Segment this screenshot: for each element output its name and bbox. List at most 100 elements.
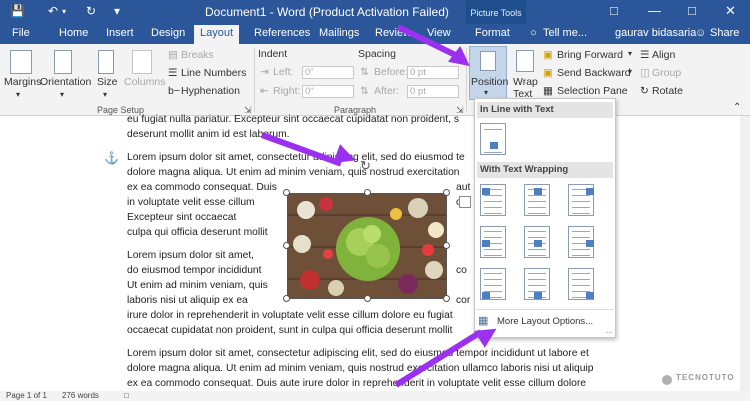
- resize-handle[interactable]: [283, 295, 290, 302]
- size-dropdown-icon: ▾: [103, 90, 108, 99]
- selection-pane-button[interactable]: Selection Pane: [557, 85, 628, 97]
- columns-icon: [132, 50, 152, 74]
- lightbulb-icon: ○: [530, 27, 537, 39]
- line-numbers-icon: ☰: [168, 67, 178, 79]
- size-icon: [98, 50, 114, 74]
- position-dropdown: In Line with Text With Text Wrapping ▦ M…: [474, 98, 616, 338]
- position-wrap-option[interactable]: [568, 226, 594, 258]
- document-line: Ut enim ad minim veniam, quis: [127, 280, 268, 291]
- hyphenation-button[interactable]: Hyphenation: [181, 85, 240, 97]
- document-line: dolore magna aliqua. Ut enim ad minim ve…: [127, 363, 594, 374]
- resize-handle[interactable]: [283, 242, 290, 249]
- resize-handle[interactable]: [443, 189, 450, 196]
- indent-right-field[interactable]: 0": [302, 85, 354, 98]
- resize-handle[interactable]: [283, 189, 290, 196]
- document-line: ex ea commodo consequat. Duis: [127, 182, 277, 193]
- position-wrap-option[interactable]: [480, 268, 506, 300]
- document-line: Lorem ipsum dolor sit amet, consectetur …: [127, 152, 465, 163]
- menu-resize-grip[interactable]: ⋯: [606, 329, 613, 337]
- resize-handle[interactable]: [364, 295, 371, 302]
- position-label: Position: [471, 76, 509, 88]
- resize-handle[interactable]: [443, 295, 450, 302]
- breaks-button[interactable]: Breaks: [181, 49, 214, 61]
- orientation-icon: [54, 50, 72, 74]
- send-backward-button[interactable]: Send Backward: [557, 67, 631, 79]
- position-wrap-option[interactable]: [480, 226, 506, 258]
- tab-view[interactable]: View: [427, 27, 451, 39]
- position-wrap-option[interactable]: [568, 268, 594, 300]
- resize-handle[interactable]: [364, 189, 371, 196]
- anchor-icon[interactable]: ⚓: [104, 151, 119, 165]
- tab-design[interactable]: Design: [151, 27, 185, 39]
- document-line: culpa qui officia deserunt mollit: [127, 227, 268, 238]
- bring-forward-dropdown-icon[interactable]: ▾: [628, 49, 632, 58]
- tab-references[interactable]: References: [254, 27, 310, 39]
- position-wrap-option[interactable]: [524, 184, 550, 216]
- maximize-button[interactable]: □: [688, 3, 696, 18]
- tab-file[interactable]: File: [12, 27, 30, 39]
- orientation-dropdown-icon: ▾: [60, 90, 65, 99]
- margins-button[interactable]: Margins: [4, 76, 41, 88]
- position-wrap-option[interactable]: [524, 268, 550, 300]
- document-line: do eiusmod tempor incididunt: [127, 265, 262, 276]
- spacing-after-field[interactable]: 0 pt: [407, 85, 459, 98]
- redo-icon[interactable]: ↻: [86, 4, 96, 18]
- send-backward-dropdown-icon[interactable]: ▾: [628, 67, 632, 76]
- spacing-before-icon: ⇅: [360, 66, 369, 78]
- rotate-handle-icon[interactable]: ↻: [360, 158, 371, 174]
- document-line: Excepteur sint occaecat: [127, 212, 237, 223]
- wrap-text-button[interactable]: Wrap: [513, 76, 538, 88]
- spacing-before-field[interactable]: 0 pt: [407, 66, 459, 79]
- layout-options-icon[interactable]: [459, 196, 471, 208]
- position-wrap-option[interactable]: [568, 184, 594, 216]
- with-text-wrapping-header: With Text Wrapping: [477, 162, 613, 178]
- indent-left-field[interactable]: 0": [302, 66, 354, 79]
- document-line: irure dolor in reprehenderit in voluptat…: [127, 310, 453, 321]
- group-divider: [254, 48, 255, 112]
- vertical-scrollbar[interactable]: [740, 116, 750, 391]
- minimize-button[interactable]: —: [648, 3, 661, 18]
- bring-forward-button[interactable]: Bring Forward: [557, 49, 623, 61]
- salad-photo[interactable]: [287, 193, 447, 299]
- selection-pane-icon: ▦: [543, 85, 553, 97]
- position-inline-option[interactable]: [480, 123, 506, 155]
- tab-insert[interactable]: Insert: [106, 27, 134, 39]
- position-wrap-option[interactable]: [524, 226, 550, 258]
- align-icon: ☰: [640, 49, 650, 61]
- share-icon: ☺: [695, 27, 707, 39]
- position-button[interactable]: Position ▾: [469, 46, 509, 100]
- position-wrap-option[interactable]: [480, 184, 506, 216]
- proofing-icon[interactable]: □: [124, 391, 129, 400]
- share-button[interactable]: Share: [710, 27, 739, 39]
- line-numbers-button[interactable]: Line Numbers: [181, 67, 246, 79]
- group-button[interactable]: Group: [652, 67, 681, 79]
- resize-handle[interactable]: [443, 242, 450, 249]
- hyphenation-icon: b−: [168, 85, 180, 97]
- user-name[interactable]: gaurav bidasaria: [615, 27, 696, 39]
- page-count[interactable]: Page 1 of 1: [6, 391, 47, 400]
- ribbon-display-icon[interactable]: □: [610, 3, 618, 18]
- word-count[interactable]: 276 words: [62, 391, 99, 400]
- columns-button[interactable]: Columns: [124, 76, 165, 88]
- send-backward-icon: ▣: [543, 67, 553, 79]
- collapse-ribbon-icon[interactable]: ⌃: [733, 102, 741, 113]
- tab-home[interactable]: Home: [59, 27, 88, 39]
- size-button[interactable]: Size: [97, 76, 117, 88]
- tab-format[interactable]: Format: [475, 27, 510, 39]
- tab-mailings[interactable]: Mailings: [319, 27, 359, 39]
- more-layout-options-item[interactable]: More Layout Options...: [497, 316, 593, 327]
- undo-dropdown-icon[interactable]: ▾: [62, 7, 66, 16]
- margins-icon: [10, 50, 32, 74]
- customize-toolbar-icon[interactable]: ▾: [114, 4, 120, 18]
- document-line: in voluptate velit esse cillum: [127, 197, 255, 208]
- undo-icon[interactable]: ↶: [48, 4, 58, 18]
- rotate-button[interactable]: Rotate: [652, 85, 683, 97]
- tell-me-input[interactable]: Tell me...: [543, 27, 587, 39]
- save-icon[interactable]: 💾: [10, 4, 25, 18]
- close-button[interactable]: ✕: [725, 3, 736, 19]
- spacing-label: Spacing: [358, 48, 396, 60]
- tab-layout[interactable]: Layout: [194, 25, 240, 44]
- align-button[interactable]: Align: [652, 49, 675, 61]
- document-line: occaecat cupidatat non proident, sunt in…: [127, 325, 453, 336]
- orientation-button[interactable]: Orientation: [40, 76, 91, 88]
